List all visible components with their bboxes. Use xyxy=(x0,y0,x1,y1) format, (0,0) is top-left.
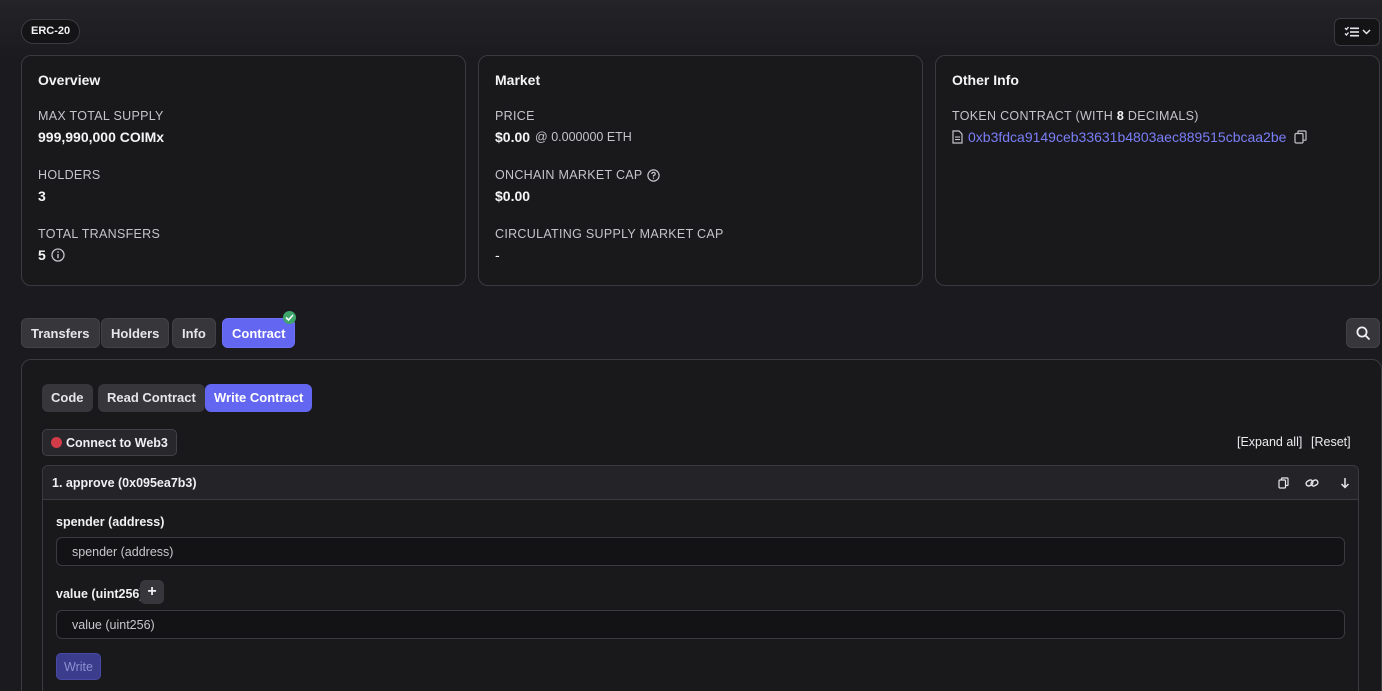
other-info-title: Other Info xyxy=(952,72,1019,88)
file-icon xyxy=(952,130,963,144)
reset-link[interactable]: [Reset] xyxy=(1311,435,1351,449)
subtab-write-contract[interactable]: Write Contract xyxy=(205,384,313,412)
token-contract-label: TOKEN CONTRACT (WITH 8 DECIMALS) xyxy=(952,109,1199,123)
spender-label: spender (address) xyxy=(56,515,165,529)
view-options-button[interactable] xyxy=(1334,18,1380,46)
chevron-down-icon xyxy=(1361,29,1371,35)
value-input[interactable] xyxy=(56,610,1345,639)
price-eth: @ 0.000000 ETH xyxy=(535,130,632,144)
value-label: value (uint256) xyxy=(56,587,144,601)
write-button[interactable]: Write xyxy=(56,653,101,680)
transfers-value: 5 xyxy=(38,247,46,263)
price-label: PRICE xyxy=(495,109,535,123)
help-icon[interactable] xyxy=(646,168,660,182)
holders-value: 3 xyxy=(38,188,46,204)
transfers-label: TOTAL TRANSFERS xyxy=(38,227,161,241)
max-supply-value: 999,990,000 COIMx xyxy=(38,129,165,145)
overview-card: Overview MAX TOTAL SUPPLY 999,990,000 CO… xyxy=(21,55,466,286)
verified-check-icon xyxy=(283,311,296,324)
market-cap-label: ONCHAIN MARKET CAP xyxy=(495,168,643,182)
copy-icon[interactable] xyxy=(1294,130,1308,144)
link-icon[interactable] xyxy=(1305,475,1319,491)
status-dot-icon xyxy=(51,437,62,448)
add-value-button[interactable]: + xyxy=(140,580,164,604)
market-cap-value: $0.00 xyxy=(495,188,531,204)
market-card: Market PRICE $0.00 @ 0.000000 ETH ONCHAI… xyxy=(478,55,923,286)
token-standard-badge: ERC-20 xyxy=(21,19,81,44)
max-supply-label: MAX TOTAL SUPPLY xyxy=(38,109,164,123)
other-info-card: Other Info TOKEN CONTRACT (WITH 8 DECIMA… xyxy=(935,55,1380,286)
market-title: Market xyxy=(495,72,541,88)
circulating-cap-label: CIRCULATING SUPPLY MARKET CAP xyxy=(495,227,724,241)
list-check-icon xyxy=(1344,26,1359,37)
function-title: 1. approve (0x095ea7b3) xyxy=(52,476,197,490)
subtab-read-contract[interactable]: Read Contract xyxy=(98,384,205,412)
tab-transfers[interactable]: Transfers xyxy=(21,318,100,348)
arrow-down-icon[interactable] xyxy=(1338,475,1352,491)
subtab-code[interactable]: Code xyxy=(42,384,93,412)
tab-holders[interactable]: Holders xyxy=(101,318,170,348)
contract-address-link[interactable]: 0xb3fdca9149ceb33631b4803aec889515cbcaa2… xyxy=(968,129,1286,145)
search-icon xyxy=(1356,326,1370,340)
circulating-cap-value: - xyxy=(495,247,500,263)
overview-title: Overview xyxy=(38,72,101,88)
copy-icon[interactable] xyxy=(1276,475,1290,491)
expand-all-link[interactable]: [Expand all] xyxy=(1237,435,1302,449)
price-value: $0.00 xyxy=(495,129,531,145)
connect-web3-button[interactable]: Connect to Web3 xyxy=(42,429,177,456)
function-header[interactable] xyxy=(43,466,1358,500)
search-button[interactable] xyxy=(1346,318,1380,348)
holders-label: HOLDERS xyxy=(38,168,101,182)
spender-input[interactable] xyxy=(56,537,1345,566)
info-icon[interactable] xyxy=(51,248,65,262)
tab-info[interactable]: Info xyxy=(172,318,216,348)
connect-web3-label: Connect to Web3 xyxy=(66,435,168,450)
